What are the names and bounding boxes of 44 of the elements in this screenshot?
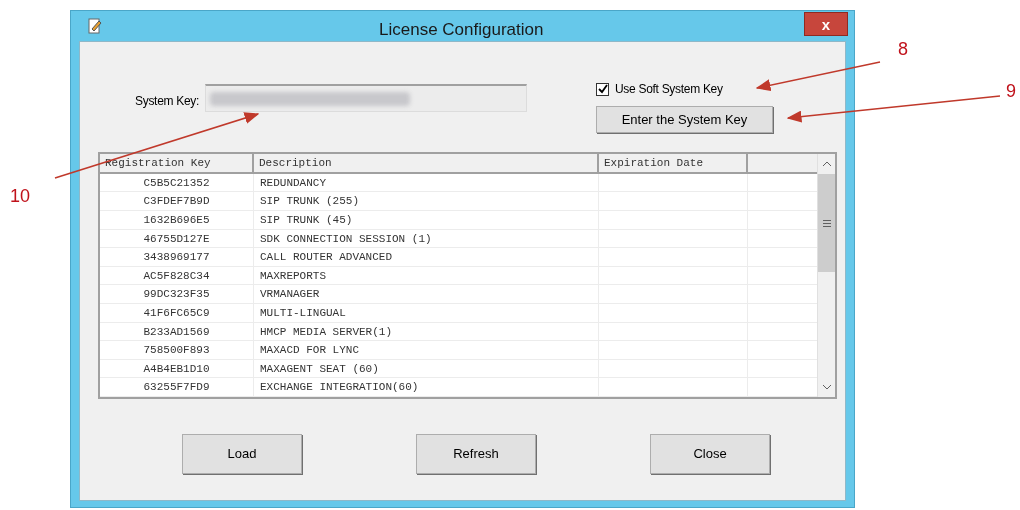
table-cell: MULTI-LINGUAL [254, 304, 599, 322]
table-cell: B233AD1569 [100, 322, 254, 341]
table-cell: A4B4EB1D10 [100, 359, 254, 378]
dialog-button[interactable]: Load [182, 434, 302, 474]
annotation-number: 8 [898, 38, 908, 61]
table-cell: 63255F7FD9 [100, 378, 254, 396]
table-cell: MAXACD FOR LYNC [254, 341, 599, 359]
column-header[interactable]: Expiration Date [599, 154, 748, 172]
annotation-number: 10 [10, 185, 31, 208]
table-cell: 41F6FC65C9 [100, 304, 254, 322]
table-cell: 46755D127E [100, 229, 254, 248]
scroll-thumb[interactable] [818, 174, 835, 272]
table-cell: EXCHANGE INTEGRATION(60) [254, 378, 599, 396]
window-title: License Configuration [379, 19, 544, 41]
checkbox-label: Use Soft System Key [615, 81, 723, 98]
app-icon [87, 17, 103, 35]
table-cell: 3438969177 [100, 248, 254, 266]
table-cell: C3FDEF7B9D [100, 192, 254, 211]
system-key-field[interactable] [205, 84, 528, 112]
table-cell: 758500F893 [100, 341, 254, 359]
window-close-button[interactable]: x [804, 12, 848, 36]
table-cell: SIP TRUNK (255) [254, 192, 599, 211]
table-cell: 99DC323F35 [100, 285, 254, 304]
column-header[interactable]: Description [254, 154, 599, 172]
dialog-button[interactable]: Refresh [416, 434, 536, 474]
table-cell: AC5F828C34 [100, 266, 254, 285]
enter-system-key-button[interactable]: Enter the System Key [596, 106, 773, 133]
table-cell: 1632B696E5 [100, 211, 254, 229]
table-cell: HMCP MEDIA SERVER(1) [254, 322, 599, 341]
scrollbar[interactable] [817, 154, 835, 397]
table-cell: C5B5C21352 [100, 173, 254, 192]
table-cell: MAXAGENT SEAT (60) [254, 359, 599, 378]
table-cell: REDUNDANCY [254, 173, 599, 192]
table-cell: SIP TRUNK (45) [254, 211, 599, 229]
column-header[interactable]: Registration Key [100, 154, 254, 172]
grip-icon [822, 219, 831, 227]
checkbox[interactable] [596, 82, 609, 96]
system-key-label: System Key: [135, 93, 200, 110]
dialog-button[interactable]: Close [650, 434, 770, 474]
table-cell: VRMANAGER [254, 285, 599, 304]
annotation-number: 9 [1006, 80, 1016, 103]
table-cell: MAXREPORTS [254, 266, 599, 285]
table-cell: SDK CONNECTION SESSION (1) [254, 229, 599, 248]
table-cell: CALL ROUTER ADVANCED [254, 248, 599, 266]
